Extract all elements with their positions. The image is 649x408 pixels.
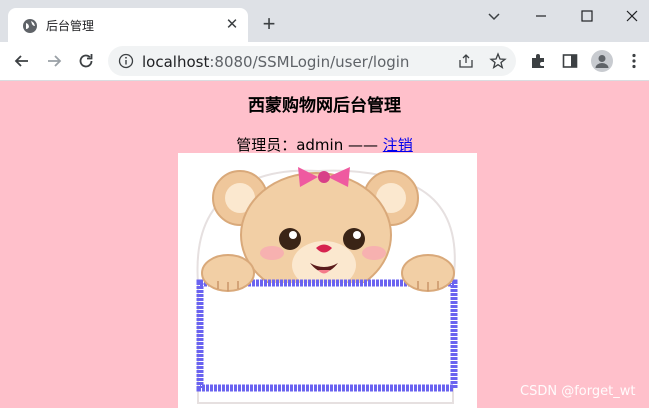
share-icon[interactable] xyxy=(458,53,474,69)
globe-icon xyxy=(23,19,37,33)
back-arrow-icon[interactable] xyxy=(12,51,32,71)
extensions-puzzle-icon[interactable] xyxy=(528,51,548,71)
close-window-button[interactable] xyxy=(622,6,642,26)
bookmark-star-icon[interactable] xyxy=(489,52,507,70)
menu-kebab-icon[interactable] xyxy=(624,51,644,71)
logout-link[interactable]: 注销 xyxy=(383,136,413,154)
admin-name: admin xyxy=(296,136,344,154)
tab-title: 后台管理 xyxy=(46,19,95,33)
url-text[interactable]: localhost:8080/SSMLogin/user/login xyxy=(142,53,409,71)
url-host: localhost xyxy=(142,53,210,71)
separator: —— xyxy=(343,136,383,154)
close-tab-icon[interactable]: ✕ xyxy=(224,17,240,33)
minimize-button[interactable] xyxy=(531,6,551,26)
info-icon[interactable] xyxy=(118,53,134,69)
new-tab-button[interactable]: + xyxy=(258,13,280,35)
reload-icon[interactable] xyxy=(76,51,96,71)
bear-illustration xyxy=(178,153,477,408)
side-panel-icon[interactable] xyxy=(560,51,580,71)
address-bar[interactable]: localhost:8080/SSMLogin/user/login xyxy=(108,46,516,76)
browser-tab[interactable]: 后台管理 ✕ xyxy=(8,8,248,42)
browser-toolbar: localhost:8080/SSMLogin/user/login xyxy=(0,42,649,81)
tab-search-chevron-icon[interactable] xyxy=(484,6,504,26)
tab-strip: 后台管理 ✕ + xyxy=(0,0,649,42)
person-icon xyxy=(595,55,609,68)
csdn-watermark: CSDN @forget_wt xyxy=(520,384,636,399)
forward-arrow-icon[interactable] xyxy=(44,51,64,71)
maximize-button[interactable] xyxy=(577,6,597,26)
url-path: :8080/SSMLogin/user/login xyxy=(209,53,410,71)
admin-info-line: 管理员：admin —— 注销 xyxy=(0,134,649,155)
page-content: 西蒙购物网后台管理 管理员：admin —— 注销 CSDN @forget_w… xyxy=(0,81,649,408)
profile-avatar[interactable] xyxy=(591,50,613,72)
admin-label: 管理员： xyxy=(236,136,297,154)
page-title: 西蒙购物网后台管理 xyxy=(248,96,401,116)
